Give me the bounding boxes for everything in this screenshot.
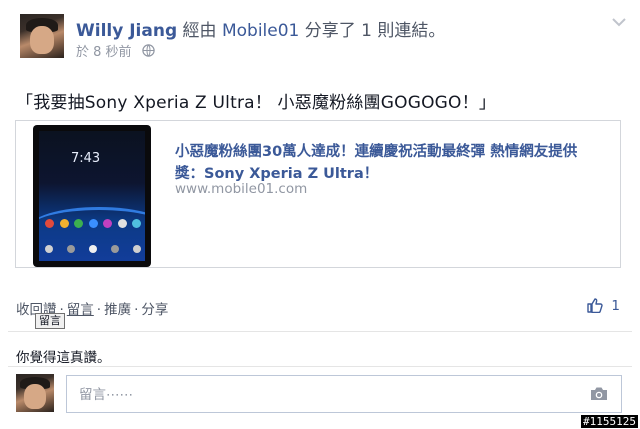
phone-clock: 7:43 [71,151,101,166]
watermark: #1155125 [581,415,638,428]
via-prefix: 經由 [182,21,217,41]
divider [8,331,632,332]
author-name[interactable]: Willy Jiang [76,21,177,41]
globe-icon[interactable] [141,44,155,61]
phone-screen: 7:43 [39,131,145,261]
avatar-face [24,384,46,409]
wallpaper-wave [39,207,145,250]
via-text: 經由 Mobile01 分享了 1 則連結。 [183,21,446,41]
link-domain: www.mobile01.com [175,181,308,197]
separator: · [96,302,102,318]
thumbs-up-icon [587,298,611,314]
camera-icon[interactable] [589,386,609,406]
like-count[interactable]: 1 [587,298,620,314]
share-link[interactable]: 分享 [141,302,168,318]
promote-link[interactable]: 推廣 [104,302,131,318]
likes-summary: 你覺得這真讚。 [16,350,111,366]
link-title[interactable]: 小惡魔粉絲團30萬人達成！連續慶祝活動最終彈 熱情網友提供獎：Sony Xper… [175,141,605,185]
post-message: 「我要抽Sony Xperia Z Ultra！ 小惡魔粉絲團GOGOGO！」 [16,93,497,113]
author-avatar[interactable] [20,14,64,58]
like-count-value: 1 [611,298,620,314]
app-name-link[interactable]: Mobile01 [222,21,299,41]
comment-box[interactable] [66,375,622,413]
comment-link[interactable]: 留言 [67,302,94,318]
post-meta: 於 8 秒前 [76,41,155,61]
comment-tooltip: 留言 [35,313,65,329]
post-timestamp[interactable]: 於 8 秒前 [76,45,132,60]
avatar-face [30,26,54,54]
link-preview-card[interactable]: 7:43 小惡魔粉絲團30萬人達成！連續慶祝活動最終彈 熱情網友提供獎：Sony… [15,120,621,268]
app-icons-row [45,219,141,228]
chevron-down-icon[interactable] [612,12,626,31]
via-suffix: 分享了 1 則連結。 [304,21,446,41]
comment-input[interactable] [77,384,581,406]
separator: · [134,302,139,318]
facebook-post: Willy Jiang 經由 Mobile01 分享了 1 則連結。 於 8 秒… [0,0,640,429]
post-header: Willy Jiang 經由 Mobile01 分享了 1 則連結。 [76,16,445,41]
divider [8,366,632,367]
commenter-avatar [16,374,54,412]
link-thumbnail[interactable]: 7:43 [33,125,151,267]
dock-row [45,245,141,253]
